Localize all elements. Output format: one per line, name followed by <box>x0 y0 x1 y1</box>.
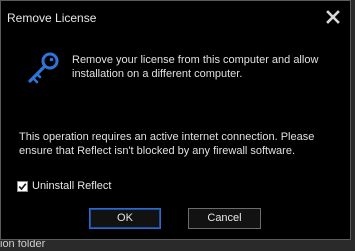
ok-button[interactable]: OK <box>89 208 161 229</box>
uninstall-reflect-label: Uninstall Reflect <box>32 180 112 192</box>
cancel-button[interactable]: Cancel <box>188 208 261 229</box>
dialog-title: Remove License <box>7 11 97 25</box>
uninstall-reflect-checkbox[interactable]: Uninstall Reflect <box>17 179 111 193</box>
checkbox-box[interactable] <box>17 180 28 192</box>
checkmark-icon <box>18 182 27 190</box>
dialog-description: Remove your license from this computer a… <box>72 54 319 80</box>
internet-requirement-text: This operation requires an active intern… <box>19 131 315 157</box>
key-icon <box>22 51 62 85</box>
close-icon <box>326 10 340 24</box>
remove-license-dialog: Remove License Remove your license from … <box>0 0 351 240</box>
dialog-titlebar: Remove License <box>1 1 350 31</box>
close-button[interactable] <box>326 10 340 24</box>
